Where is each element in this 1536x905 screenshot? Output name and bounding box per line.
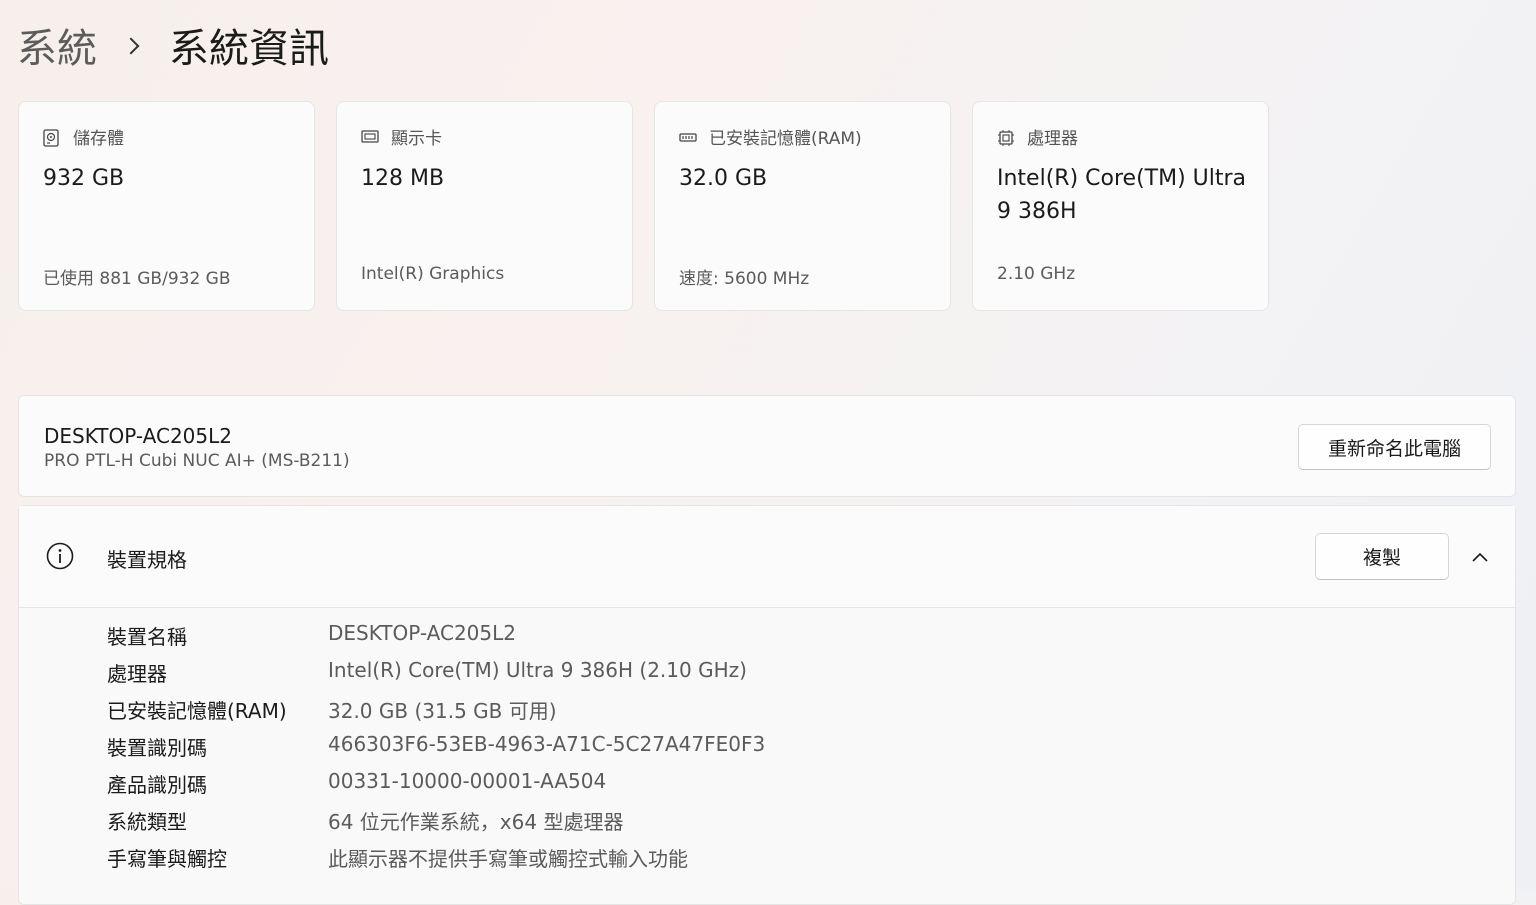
device-model: PRO PTL-H Cubi NUC AI+ (MS-B211) bbox=[44, 451, 350, 471]
card-value: 932 GB bbox=[43, 166, 125, 191]
spec-label: 手寫筆與觸控 bbox=[107, 847, 227, 871]
card-subtext: 速度: 5600 MHz bbox=[679, 269, 810, 289]
spec-value: 466303F6-53EB-4963-A71C-5C27A47FE0F3 bbox=[328, 732, 766, 756]
spec-value: 此顯示器不提供手寫筆或觸控式輸入功能 bbox=[328, 847, 688, 871]
spec-value: 32.0 GB (31.5 GB 可用) bbox=[328, 699, 557, 723]
copy-button[interactable]: 複製 bbox=[1315, 533, 1449, 580]
spec-label: 處理器 bbox=[107, 662, 167, 686]
device-name-panel: DESKTOP-AC205L2 PRO PTL-H Cubi NUC AI+ (… bbox=[18, 395, 1516, 497]
spec-label: 系統類型 bbox=[107, 810, 187, 834]
chevron-up-icon[interactable] bbox=[1469, 546, 1491, 568]
card-value: 32.0 GB bbox=[679, 166, 768, 191]
card-header: 已安裝記憶體(RAM) bbox=[679, 124, 862, 149]
device-specs-header[interactable]: 裝置規格 複製 bbox=[19, 506, 1515, 608]
page-title: 系統資訊 bbox=[169, 26, 329, 72]
spec-value: DESKTOP-AC205L2 bbox=[328, 621, 516, 645]
card-header: 儲存體 bbox=[43, 124, 124, 149]
spec-row-pen-touch: 手寫筆與觸控 此顯示器不提供手寫筆或觸控式輸入功能 bbox=[107, 843, 1007, 880]
card-subtext: 2.10 GHz bbox=[997, 264, 1076, 284]
card-title: 顯示卡 bbox=[391, 129, 442, 149]
processor-chip-icon bbox=[997, 129, 1015, 146]
spec-row-device-name: 裝置名稱 DESKTOP-AC205L2 bbox=[107, 621, 1007, 658]
card-value: 128 MB bbox=[361, 166, 445, 191]
spec-row-ram: 已安裝記憶體(RAM) 32.0 GB (31.5 GB 可用) bbox=[107, 695, 1007, 732]
card-title: 處理器 bbox=[1027, 129, 1078, 149]
spec-row-device-id: 裝置識別碼 466303F6-53EB-4963-A71C-5C27A47FE0… bbox=[107, 732, 1007, 769]
spec-row-system-type: 系統類型 64 位元作業系統，x64 型處理器 bbox=[107, 806, 1007, 843]
card-title: 已安裝記憶體(RAM) bbox=[709, 129, 862, 149]
card-subtext: 已使用 881 GB/932 GB bbox=[43, 269, 231, 289]
spec-value: 00331-10000-00001-AA504 bbox=[328, 769, 607, 793]
card-processor[interactable]: 處理器 Intel(R) Core(TM) Ultra 9 386H 2.10 … bbox=[972, 101, 1269, 311]
breadcrumb-parent-system[interactable]: 系統 bbox=[17, 16, 97, 74]
memory-ram-icon bbox=[679, 129, 697, 145]
spec-label: 產品識別碼 bbox=[107, 773, 207, 797]
rename-pc-button[interactable]: 重新命名此電腦 bbox=[1298, 424, 1491, 470]
card-title: 儲存體 bbox=[73, 129, 124, 149]
breadcrumb: 系統 系統資訊 bbox=[17, 20, 329, 72]
graphics-card-icon bbox=[361, 129, 379, 145]
spec-label: 裝置名稱 bbox=[107, 625, 187, 649]
spec-label: 已安裝記憶體(RAM) bbox=[107, 699, 287, 723]
device-specs-panel: 裝置規格 複製 裝置名稱 DESKTOP-AC205L2 處理器 Intel(R… bbox=[18, 505, 1516, 905]
spec-label: 裝置識別碼 bbox=[107, 736, 207, 760]
card-graphics[interactable]: 顯示卡 128 MB Intel(R) Graphics bbox=[336, 101, 633, 311]
card-storage[interactable]: 儲存體 932 GB 已使用 881 GB/932 GB bbox=[18, 101, 315, 311]
card-value: Intel(R) Core(TM) Ultra 9 386H bbox=[997, 166, 1247, 224]
card-subtext: Intel(R) Graphics bbox=[361, 264, 505, 284]
storage-drive-icon bbox=[43, 128, 61, 147]
device-specs-title: 裝置規格 bbox=[107, 548, 187, 572]
card-header: 處理器 bbox=[997, 124, 1078, 149]
card-header: 顯示卡 bbox=[361, 124, 442, 149]
spec-row-processor: 處理器 Intel(R) Core(TM) Ultra 9 386H (2.10… bbox=[107, 658, 1007, 695]
device-name: DESKTOP-AC205L2 bbox=[44, 424, 232, 448]
info-icon bbox=[46, 542, 74, 570]
spec-value: 64 位元作業系統，x64 型處理器 bbox=[328, 810, 624, 834]
spec-row-product-id: 產品識別碼 00331-10000-00001-AA504 bbox=[107, 769, 1007, 806]
device-specs-list: 裝置名稱 DESKTOP-AC205L2 處理器 Intel(R) Core(T… bbox=[107, 621, 1007, 880]
chevron-right-icon bbox=[125, 38, 139, 52]
spec-value: Intel(R) Core(TM) Ultra 9 386H (2.10 GHz… bbox=[328, 658, 747, 682]
card-memory[interactable]: 已安裝記憶體(RAM) 32.0 GB 速度: 5600 MHz bbox=[654, 101, 951, 311]
